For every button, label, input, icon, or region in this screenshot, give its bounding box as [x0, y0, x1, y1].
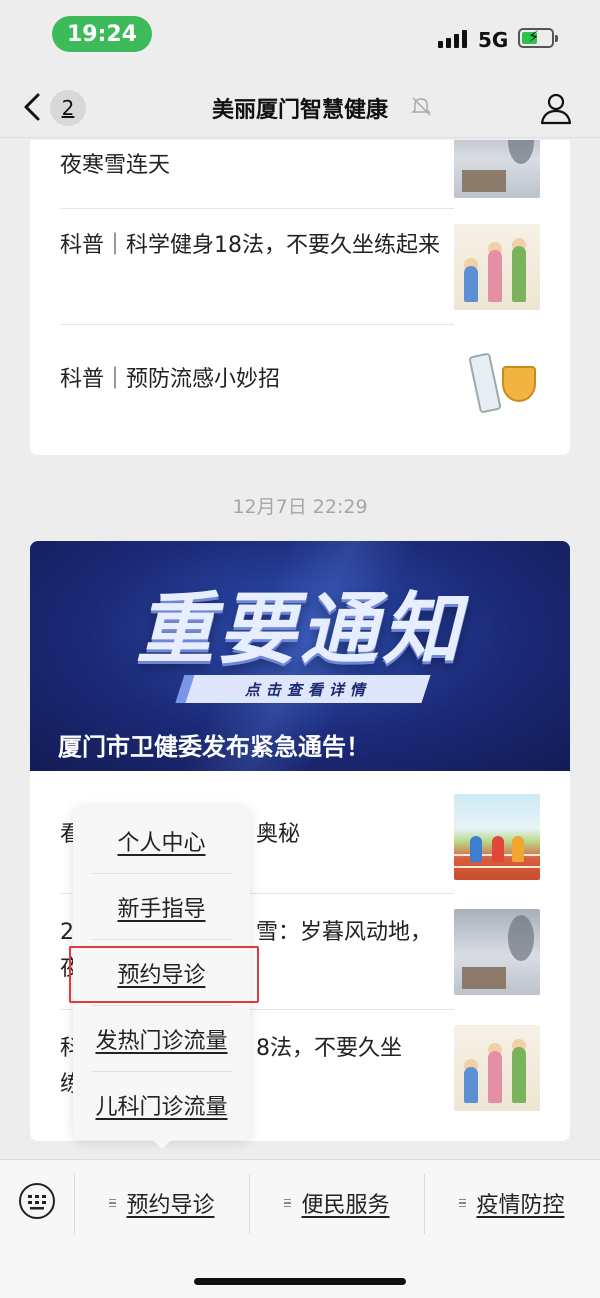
article-title-suffix[interactable]: 8法，不要久坐 — [256, 1031, 456, 1067]
status-bar: 19:24 5G ⚡ — [0, 0, 600, 78]
bottom-menu-bar: 预约导诊 便民服务 疫情防控 — [0, 1159, 600, 1298]
menu-button-label: 疫情防控 — [476, 1193, 565, 1218]
banner-pill-text: 点击查看详情 — [244, 680, 371, 699]
nav-bar: 2 美丽厦门智慧健康 — [0, 78, 600, 138]
submenu-item-beginner-guide[interactable]: 新手指导 — [73, 874, 250, 940]
network-label: 5G — [478, 28, 509, 52]
submenu-item-pediatric-clinic-flow[interactable]: 儿科门诊流量 — [73, 1072, 250, 1138]
article-thumbnail[interactable] — [454, 1025, 540, 1111]
article-item[interactable]: 夜寒雪连天 — [60, 148, 454, 184]
article-title-suffix[interactable]: 奥秘 — [256, 817, 456, 853]
article-card-previous: 夜寒雪连天 科普｜科学健身18法，不要久坐练起来 科普｜预防流感小妙招 — [30, 140, 570, 455]
menu-lines-icon — [459, 1198, 467, 1208]
menu-button-epidemic[interactable]: 疫情防控 — [425, 1180, 599, 1226]
article-item[interactable]: 科普｜科学健身18法，不要久坐练起来 — [60, 228, 454, 264]
message-timestamp: 12月7日 22:29 — [232, 496, 368, 518]
battery-icon: ⚡ — [518, 27, 558, 48]
banner-title: 重要通知 — [135, 585, 464, 675]
menu-lines-icon — [284, 1198, 292, 1208]
banner-caption: 厦门市卫健委发布紧急通告！ — [58, 733, 370, 761]
keyboard-icon[interactable] — [18, 1182, 56, 1220]
menu-button-label: 预约导诊 — [126, 1193, 215, 1218]
menu-lines-icon — [109, 1198, 117, 1208]
page-title: 美丽厦门智慧健康 — [211, 98, 388, 123]
divider — [60, 208, 454, 209]
article-title: 夜寒雪连天 — [60, 153, 171, 178]
article-thumbnail[interactable] — [454, 338, 540, 424]
highlight-annotation-box — [69, 946, 259, 1003]
profile-icon[interactable] — [538, 90, 574, 126]
notice-banner[interactable]: 重要通知 点击查看详情 厦门市卫健委发布紧急通告！ — [30, 541, 570, 771]
article-title-suffix[interactable]: 雪：岁暮风动地， — [256, 915, 456, 951]
divider — [60, 324, 454, 325]
menu-button-label: 便民服务 — [301, 1193, 390, 1218]
article-thumbnail[interactable] — [454, 224, 540, 310]
signal-icon — [438, 30, 467, 48]
home-indicator[interactable] — [194, 1278, 406, 1285]
submenu-item-personal-center[interactable]: 个人中心 — [73, 808, 250, 874]
article-thumbnail[interactable] — [454, 140, 540, 198]
status-time[interactable]: 19:24 — [52, 16, 152, 52]
article-thumbnail[interactable] — [454, 794, 540, 880]
menu-button-services[interactable]: 便民服务 — [250, 1180, 424, 1226]
article-title: 科普｜科学健身18法，不要久坐练起来 — [60, 233, 440, 258]
mute-bell-icon — [411, 97, 431, 116]
banner-detail-pill: 点击查看详情 — [175, 675, 431, 703]
submenu-item-fever-clinic-flow[interactable]: 发热门诊流量 — [73, 1006, 250, 1072]
menu-button-appointment[interactable]: 预约导诊 — [75, 1180, 249, 1226]
article-thumbnail[interactable] — [454, 909, 540, 995]
article-item[interactable]: 科普｜预防流感小妙招 — [60, 362, 454, 398]
article-title: 科普｜预防流感小妙招 — [60, 367, 281, 392]
popup-pointer — [151, 1138, 173, 1149]
